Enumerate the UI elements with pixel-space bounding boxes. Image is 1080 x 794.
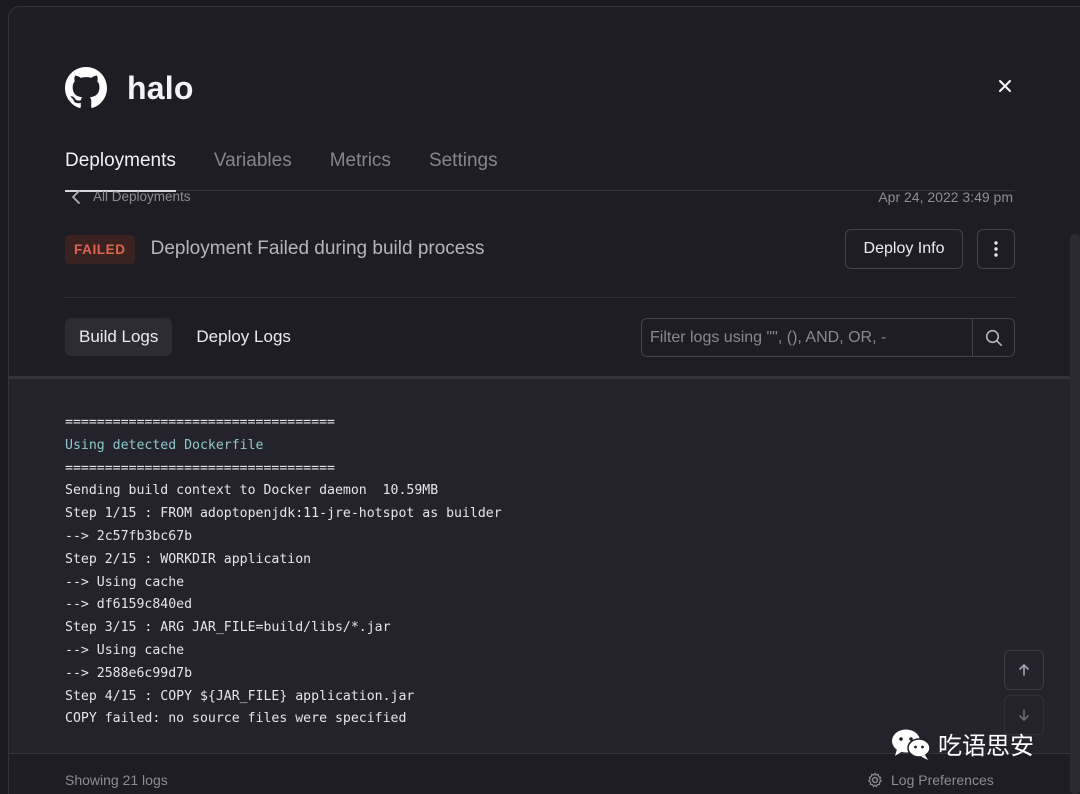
deployment-date: Apr 24, 2022 3:49 pm [878,189,1013,205]
log-line: --> Using cache [65,642,185,658]
log-lines: ================================== Using … [65,412,502,731]
project-header: halo [65,67,194,109]
log-line: ================================== [65,460,335,476]
search-button[interactable] [972,319,1014,356]
deployment-status-row: FAILED Deployment Failed during build pr… [65,229,1015,269]
log-line: ================================== [65,415,335,430]
log-line: --> df6159c840ed [65,597,193,613]
chevron-left-icon [72,189,80,204]
gear-icon [868,772,882,788]
more-vertical-icon [994,241,998,257]
breadcrumb-all-deployments[interactable]: All Deployments [71,189,191,204]
status-message: Deployment Failed during build process [150,238,485,259]
arrow-down-icon [1019,709,1029,721]
watermark: 吃语思安 [890,726,1034,761]
section-divider [65,297,1015,298]
log-line: Using detected Dockerfile [65,437,264,453]
log-preferences-button[interactable]: Log Preferences [867,772,994,788]
log-filter [641,318,1015,357]
log-preferences-label: Log Preferences [891,772,994,788]
tab-deployments[interactable]: Deployments [65,149,176,192]
tab-variables[interactable]: Variables [214,149,292,191]
log-line: Step 4/15 : COPY ${JAR_FILE} application… [65,688,415,704]
log-line: --> 2c57fb3bc67b [65,528,193,544]
search-icon [985,329,1002,346]
log-line: Step 2/15 : WORKDIR application [65,551,312,567]
close-icon [999,80,1011,92]
tab-settings[interactable]: Settings [429,149,498,191]
status-badge: FAILED [65,234,135,264]
arrow-up-icon [1019,664,1029,676]
filter-input[interactable] [642,319,972,356]
project-tabs: Deployments Variables Metrics Settings [65,149,1015,192]
more-options-button[interactable] [977,229,1015,269]
tab-build-logs[interactable]: Build Logs [65,318,173,356]
breadcrumb-label: All Deployments [93,189,191,204]
deploy-info-button[interactable]: Deploy Info [845,229,963,269]
log-output: ================================== Using … [9,376,1080,753]
github-icon [65,67,107,108]
watermark-text: 吃语思安 [938,732,1034,760]
log-line: COPY failed: no source files were specif… [65,711,407,727]
deployment-modal: halo Deployments Variables Metrics Setti… [8,6,1080,794]
wechat-icon [892,729,931,760]
log-line: --> 2588e6c99d7b [65,665,193,681]
log-line: Step 1/15 : FROM adoptopenjdk:11-jre-hot… [65,506,502,522]
project-title: halo [127,69,194,106]
close-button[interactable] [994,75,1016,97]
page-scrollbar[interactable] [1070,234,1080,794]
tab-deploy-logs[interactable]: Deploy Logs [182,318,305,356]
log-line: Step 3/15 : ARG JAR_FILE=build/libs/*.ja… [65,620,391,636]
log-line: --> Using cache [65,574,185,590]
log-tabs: Build Logs Deploy Logs [65,318,305,356]
log-count: Showing 21 logs [65,772,168,788]
log-line: Sending build context to Docker daemon 1… [65,483,439,499]
scroll-up-button[interactable] [1004,650,1044,690]
tab-metrics[interactable]: Metrics [330,149,391,191]
